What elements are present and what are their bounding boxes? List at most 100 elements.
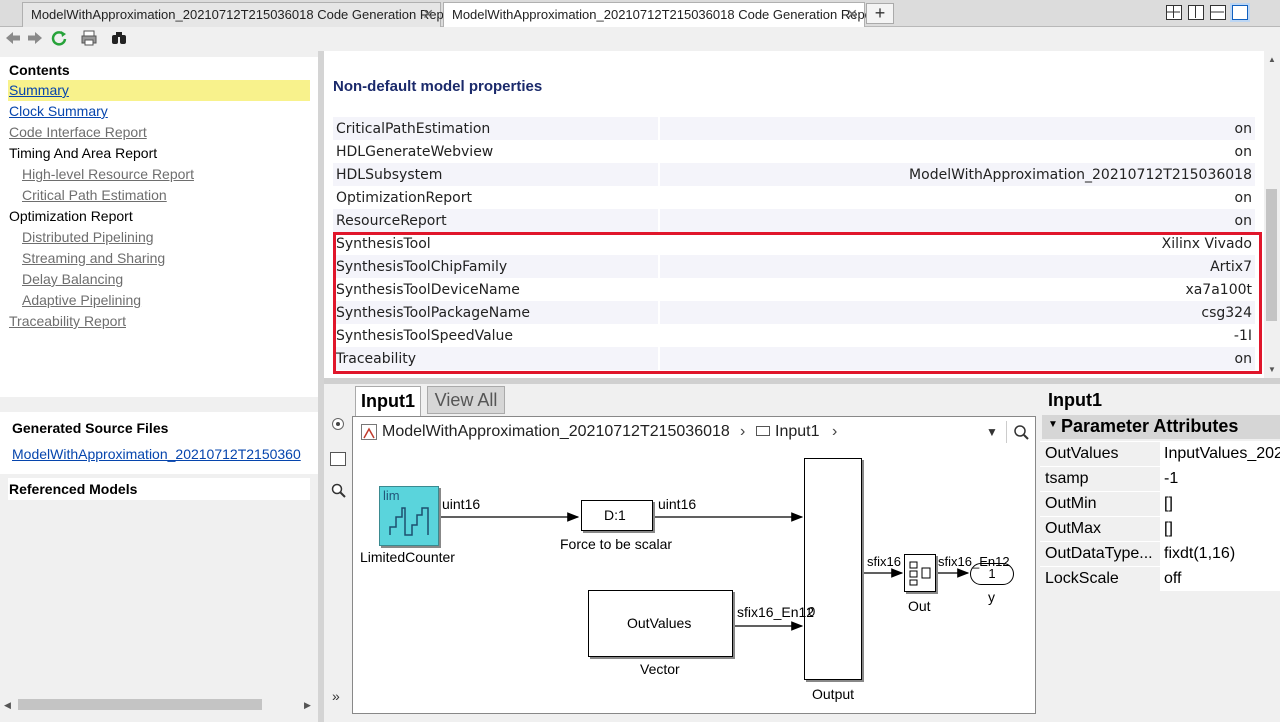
nav-distributed-pipelining[interactable]: Distributed Pipelining [22,227,154,247]
property-row: SynthesisToolDeviceName xa7a100t [333,278,1255,301]
inspector-row: OutMin [] [1040,491,1280,516]
nav-high-level-resource-report[interactable]: High-level Resource Report [22,164,194,184]
section-title: Parameter Attributes [1061,416,1239,436]
generated-file-link[interactable]: ModelWithApproximation_20210712T2150360 [12,446,318,462]
new-tab-button[interactable]: + [866,3,894,24]
inspector-row: OutMax [] [1040,516,1280,541]
chevron-down-icon[interactable]: ▼ [986,421,998,443]
breadcrumb-model[interactable]: ModelWithApproximation_20210712T21503601… [382,421,730,443]
inspector-value[interactable]: fixdt(1,16) [1160,542,1280,566]
generated-files-title: Generated Source Files [12,420,169,436]
property-row: OptimizationReport on [333,186,1255,209]
nav-summary[interactable]: Summary [9,80,69,100]
inspector-key: OutDataType... [1045,545,1153,562]
property-key: HDLGenerateWebview [333,140,660,163]
inspector-value[interactable]: InputValues_2021 [1160,442,1280,466]
inspector-key: LockScale [1045,570,1119,587]
nav-clock-summary[interactable]: Clock Summary [9,101,108,121]
outport-label: y [988,589,995,605]
mux-icon [909,561,931,586]
tab-report-2[interactable]: ModelWithApproximation_20210712T21503601… [443,2,880,27]
dtc-label: Force to be scalar [560,536,673,552]
canvas-tools: » [324,384,352,722]
properties-table: CriticalPathEstimation on HDLGenerateWebvi… [333,117,1255,370]
find-icon[interactable] [110,29,128,52]
model-tab-bar: Input1 View All [352,384,1040,416]
generated-files-panel: Generated Source Files ModelWithApproxim… [0,412,318,474]
scrollbar-thumb[interactable] [1266,189,1277,321]
property-key: SynthesisTool [333,232,660,255]
constant-label: Vector [640,661,680,677]
referenced-models-panel: Referenced Models [8,478,310,500]
print-icon[interactable] [80,29,98,52]
constant-block[interactable]: OutValues [588,590,733,657]
inspector-value[interactable]: -1 [1160,467,1280,491]
nav-optimization-report: Optimization Report [9,208,133,224]
inspector-value[interactable]: off [1160,567,1280,591]
property-value: on [659,117,1255,140]
property-row: HDLSubsystem ModelWithApproximation_20210… [333,163,1255,186]
property-key: Traceability [333,347,660,370]
search-icon[interactable] [1006,421,1034,443]
report-heading: Non-default model properties [333,78,543,95]
forward-icon[interactable] [26,29,44,52]
single-layout-icon[interactable] [1232,5,1248,20]
property-value: on [659,347,1255,370]
dtc-text: D:1 [604,507,626,523]
constant-text: OutValues [627,615,692,631]
tab-report-1[interactable]: ModelWithApproximation_20210712T21503601… [22,2,459,27]
grid-layout-icon[interactable] [1166,5,1182,20]
nav-streaming-and-sharing[interactable]: Streaming and Sharing [22,248,165,268]
property-value: -1I [659,324,1255,347]
left-hscrollbar[interactable]: ◀ ▶ [0,696,318,714]
limited-counter-label: LimitedCounter [360,549,455,565]
model-icon [361,424,377,440]
expand-panel-icon[interactable]: » [332,688,340,704]
inspector-row: LockScale off [1040,566,1280,591]
breadcrumb-subsystem[interactable]: Input1 [775,421,819,443]
tab-view-all[interactable]: View All [427,386,505,414]
contents-panel: Contents Summary Clock Summary Code Inte… [0,57,318,397]
split-horizontal-icon[interactable] [1210,5,1226,20]
contents-title: Contents [9,62,70,78]
fit-to-view-icon[interactable] [330,452,346,466]
property-key: CriticalPathEstimation [333,117,660,140]
inspector-value[interactable]: [] [1160,517,1280,541]
property-row: ResourceReport on [333,209,1255,232]
inspector-title: Input1 [1048,390,1102,410]
nav-traceability-report[interactable]: Traceability Report [9,311,126,331]
zoom-icon[interactable] [331,483,346,501]
breadcrumb-separator: › [740,423,746,440]
nav-adaptive-pipelining[interactable]: Adaptive Pipelining [22,290,141,310]
data-type-conversion-block[interactable]: D:1 [581,500,653,531]
nav-critical-path-estimation[interactable]: Critical Path Estimation [22,185,167,205]
report-vscrollbar[interactable]: ▲ ▼ [1264,51,1280,378]
property-key: ResourceReport [333,209,660,232]
out-block[interactable] [904,554,936,592]
inspector-value[interactable]: [] [1160,492,1280,516]
signal-label: sfix16_En12 [737,604,815,620]
output-switch-block[interactable] [804,458,862,680]
staircase-icon [389,507,429,536]
out-block-label: Out [908,598,931,614]
hide-explorer-icon[interactable] [332,418,344,430]
tab-input1[interactable]: Input1 [355,386,421,416]
refresh-icon[interactable] [50,29,68,52]
subsystem-icon [756,426,770,436]
nav-code-interface-report[interactable]: Code Interface Report [9,122,147,142]
property-key: SynthesisToolDeviceName [333,278,660,301]
property-value: Xilinx Vivado [659,232,1255,255]
property-value: xa7a100t [659,278,1255,301]
model-address-bar: ModelWithApproximation_20210712T21503601… [358,421,1034,443]
toolbar [0,27,1280,51]
parameter-attributes-header[interactable]: ▼ Parameter Attributes [1042,415,1280,439]
scrollbar-thumb[interactable] [18,699,262,710]
split-vertical-icon[interactable] [1188,5,1204,20]
inspector-row: OutDataType... fixdt(1,16) [1040,541,1280,566]
property-value: csg324 [659,301,1255,324]
limited-counter-block[interactable]: lim [379,486,439,546]
close-tab-icon[interactable]: ✕ [422,3,434,26]
back-icon[interactable] [4,29,22,52]
close-tab-icon[interactable]: ✕ [846,3,858,26]
nav-delay-balancing[interactable]: Delay Balancing [22,269,123,289]
